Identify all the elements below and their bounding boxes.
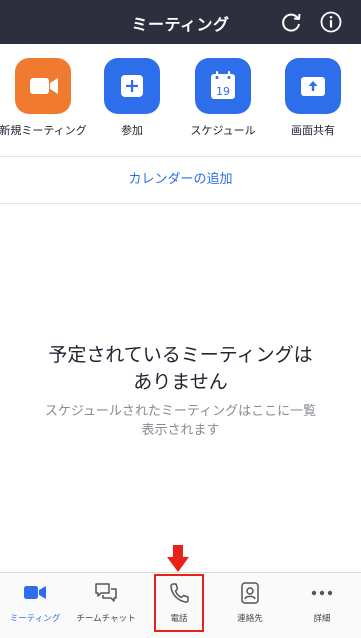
share-screen-label: 画面共有 bbox=[291, 124, 335, 137]
action-row: 新規ミーティング 参加 19 スケジュール 画面共有 bbox=[0, 44, 361, 156]
share-screen-icon bbox=[301, 77, 325, 96]
pointer-arrow-icon bbox=[167, 545, 189, 572]
phone-tab-highlight-box bbox=[154, 574, 204, 632]
add-calendar-link[interactable]: カレンダーの追加 bbox=[0, 157, 361, 203]
join-button[interactable]: 参加 bbox=[87, 58, 177, 138]
header-bar: ミーティング bbox=[0, 0, 361, 44]
schedule-button[interactable]: 19 スケジュール bbox=[178, 58, 268, 138]
empty-state-subtitle-line: スケジュールされたミーティングはここに一覧 bbox=[44, 404, 317, 419]
info-icon[interactable] bbox=[317, 8, 345, 36]
tab-label: 連絡先 bbox=[237, 614, 263, 624]
page-title: ミーティング bbox=[131, 15, 230, 34]
empty-state-subtitle-line: 表示されます bbox=[141, 423, 220, 438]
tab-label: チームチャット bbox=[76, 614, 136, 624]
chat-bubbles-icon bbox=[95, 583, 117, 602]
new-meeting-label: 新規ミーティング bbox=[0, 124, 87, 137]
tab-more[interactable]: 詳細 bbox=[286, 573, 358, 638]
calendar-icon: 19 bbox=[211, 71, 235, 99]
share-screen-tile[interactable] bbox=[285, 58, 341, 114]
join-label: 参加 bbox=[121, 124, 143, 137]
schedule-tile[interactable]: 19 bbox=[195, 58, 251, 114]
empty-state-subtitle: スケジュールされたミーティングはここに一覧 表示されます bbox=[24, 402, 337, 440]
empty-state-title-line: 予定されているミーティングは bbox=[48, 344, 313, 366]
tab-team-chat[interactable]: チームチャット bbox=[70, 573, 142, 638]
tab-label: 詳細 bbox=[313, 614, 331, 624]
new-meeting-button[interactable]: 新規ミーティング bbox=[0, 58, 88, 138]
tab-contacts[interactable]: 連絡先 bbox=[214, 573, 286, 638]
empty-state-title: 予定されているミーティングは ありません bbox=[20, 342, 341, 396]
plus-icon bbox=[121, 75, 143, 97]
join-tile[interactable] bbox=[104, 58, 160, 114]
meetings-screen: ミーティング 新規ミーティング 参加 19 スケジュール 画面共有 カレンダーの… bbox=[0, 0, 361, 638]
calendar-day: 19 bbox=[216, 85, 230, 98]
contact-card-icon bbox=[241, 582, 259, 604]
video-camera-icon bbox=[24, 586, 46, 599]
new-meeting-tile[interactable] bbox=[15, 58, 71, 114]
tab-meetings[interactable]: ミーティング bbox=[0, 573, 71, 638]
more-dots-icon bbox=[311, 590, 333, 596]
tab-label: ミーティング bbox=[9, 614, 61, 624]
refresh-icon[interactable] bbox=[277, 8, 305, 36]
empty-state-title-line: ありません bbox=[133, 371, 228, 393]
video-camera-icon bbox=[30, 78, 58, 94]
schedule-label: スケジュール bbox=[190, 124, 256, 137]
divider bbox=[0, 203, 361, 204]
share-screen-button[interactable]: 画面共有 bbox=[268, 58, 358, 138]
